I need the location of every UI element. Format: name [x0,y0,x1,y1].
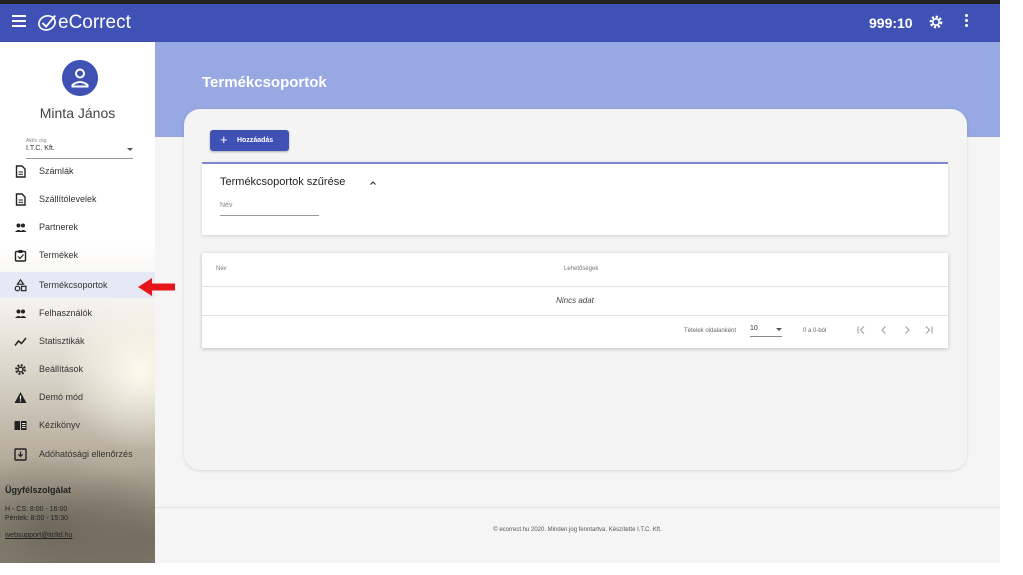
sidebar-item-szallitolevelek[interactable]: Szállítólevelek [0,186,155,212]
sidebar-item-demo-mod[interactable]: Demó mód [0,384,155,410]
last-page-icon[interactable] [924,325,934,335]
filter-name-input[interactable]: Név [220,202,319,216]
shapes-icon [14,278,27,291]
filter-panel-title[interactable]: Termékcsoportok szűrése [220,176,345,188]
sidebar-item-termekcsoportok[interactable]: Termékcsoportok [0,272,155,298]
document-icon [15,164,26,178]
book-icon [14,420,27,430]
red-arrow-annotation-icon [138,278,175,296]
first-page-icon[interactable] [856,325,866,335]
logo-check-icon [38,14,56,31]
company-select-value: I.T.C. Kft. [26,145,55,152]
items-per-page-value: 10 [750,325,758,332]
data-table: Név Lehetőségek Nincs adat Tételek oldal… [202,253,948,348]
sidebar-item-label: Adóhatósági ellenőrzés [39,449,133,459]
sidebar-item-label: Demó mód [39,392,84,402]
sidebar-item-label: Statisztikák [39,336,85,346]
sidebar-item-label: Partnerek [39,222,79,232]
sidebar-item-kezikonyv[interactable]: Kézikönyv [0,412,155,438]
gear-icon [15,363,26,375]
sidebar-item-label: Beállítások [39,364,84,374]
plus-icon: + [220,132,228,147]
people-icon [15,223,27,232]
user-name: Minta János [39,105,116,121]
sidebar-item-label: Felhasználók [39,308,93,318]
company-select-label: Aktív cég [26,138,47,144]
sidebar-item-label: Számlák [39,166,74,176]
sidebar-item-felhasznalok[interactable]: Felhasználók [0,300,155,326]
sidebar: Minta János Aktív cég I.T.C. Kft. Számlá… [0,42,155,563]
top-app-bar: eCorrect 999:10 [0,4,1000,42]
more-vert-icon[interactable] [963,14,969,30]
sidebar-item-label: Termékcsoportok [39,280,108,290]
chevron-up-icon[interactable] [369,179,377,187]
previous-page-icon[interactable] [879,325,889,335]
sidebar-item-label: Termékek [39,250,79,260]
support-email-link[interactable]: websupport@itcltd.hu [5,532,72,539]
pagination-range: 0 a 0-ból [803,328,827,334]
sidebar-item-szamlak[interactable]: Számlák [0,158,155,184]
items-per-page-label: Tételek oldalanként [684,328,737,334]
settings-gear-icon[interactable] [928,14,944,30]
people-icon [15,309,27,318]
next-page-icon[interactable] [902,325,912,335]
clipboard-icon [14,249,27,262]
warning-icon [14,391,27,403]
sidebar-item-termekek[interactable]: Termékek [0,242,155,268]
sidebar-item-statisztikak[interactable]: Statisztikák [0,328,155,354]
filter-panel: Termékcsoportok szűrése Név [202,162,948,235]
avatar-icon[interactable] [62,60,98,96]
items-per-page-select[interactable]: 10 [750,325,782,337]
app-name: eCorrect [58,12,131,33]
add-button[interactable]: + Hozzáadás [210,130,289,151]
footer-copyright: © ecorrect.hu 2020. Minden jog fenntartv… [493,527,662,533]
add-button-label: Hozzáadás [237,137,274,144]
support-title: Ügyfélszolgálat [5,485,72,495]
sidebar-item-beallitasok[interactable]: Beállítások [0,356,155,382]
sidebar-item-label: Kézikönyv [39,420,81,430]
company-select[interactable]: I.T.C. Kft. [26,145,133,159]
tax-box-icon [14,447,27,461]
page-title: Termékcsoportok [202,74,327,91]
support-hours-weekdays: H - CS: 8:00 - 16:00 [5,506,68,513]
document-icon [15,192,26,206]
empty-table-message: Nincs adat [556,296,594,305]
sidebar-item-label: Szállítólevelek [39,194,97,204]
divider [202,315,948,316]
column-header-options: Lehetőségek [564,266,599,272]
chart-line-icon [14,337,27,346]
divider [202,286,948,287]
session-timer: 999:10 [869,15,913,31]
sidebar-item-partnerek[interactable]: Partnerek [0,214,155,240]
app-window: eCorrect 999:10 Minta János Aktív cég I.… [0,0,1000,563]
sidebar-item-adohatosagi-ellenorzes[interactable]: Adóhatósági ellenőrzés [0,441,155,467]
support-hours-friday: Péntek: 8:00 - 15:30 [5,515,69,522]
hamburger-menu-icon[interactable] [12,15,26,29]
footer-divider [155,507,1000,508]
chevron-down-icon [776,328,782,331]
chevron-down-icon [127,148,133,151]
column-header-name[interactable]: Név [216,266,227,272]
